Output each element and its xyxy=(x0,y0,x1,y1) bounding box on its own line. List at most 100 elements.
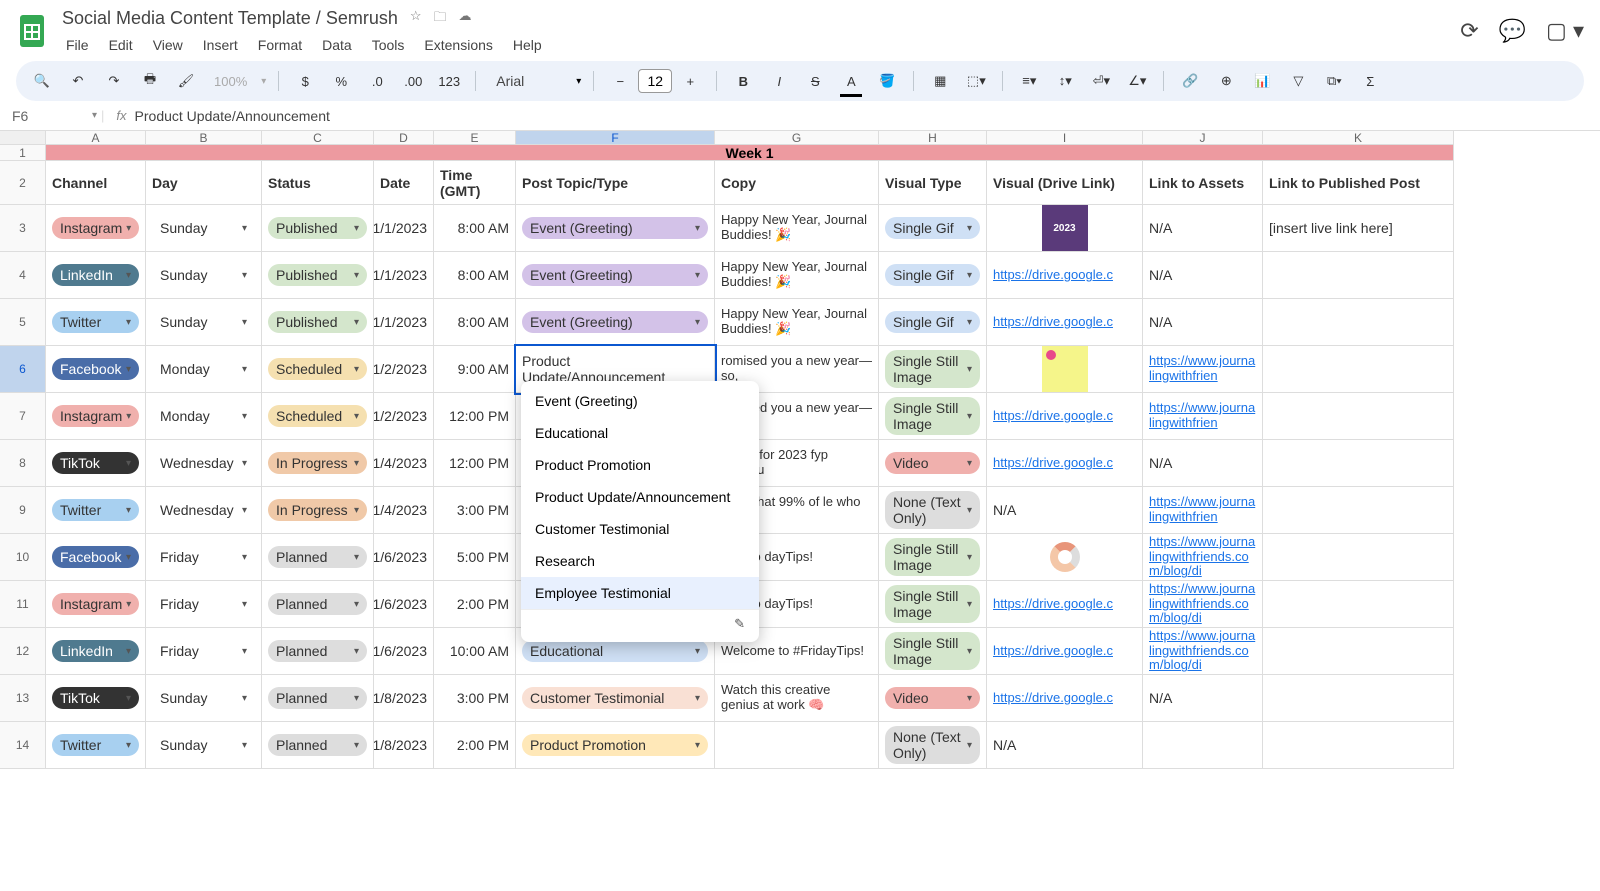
meet-icon[interactable]: ▢ ▾ xyxy=(1546,18,1584,44)
cell-channel[interactable]: Twitter▾ xyxy=(46,722,146,769)
col-header-C[interactable]: C xyxy=(262,131,374,145)
cell-status[interactable]: Planned▾ xyxy=(262,581,374,628)
cell-assets[interactable]: N/A xyxy=(1143,299,1263,346)
chevron-down-icon[interactable]: ▾ xyxy=(242,223,247,234)
cell-time[interactable]: 8:00 AM xyxy=(434,205,516,252)
cell-visual-link[interactable]: https://drive.google.c xyxy=(987,252,1143,299)
cell-time[interactable]: 2:00 PM xyxy=(434,581,516,628)
cell-published[interactable] xyxy=(1263,346,1454,393)
cell-published[interactable] xyxy=(1263,581,1454,628)
move-icon[interactable]: 🗀 xyxy=(434,8,447,30)
pencil-icon[interactable]: ✎ xyxy=(734,616,745,631)
col-header-H[interactable]: H xyxy=(879,131,987,145)
cell-status[interactable]: Published▾ xyxy=(262,252,374,299)
cell-vtype[interactable]: Single Gif▾ xyxy=(879,252,987,299)
col-header-J[interactable]: J xyxy=(1143,131,1263,145)
chevron-down-icon[interactable]: ▾ xyxy=(126,270,131,281)
cell-date[interactable]: 1/6/2023 xyxy=(374,534,434,581)
chevron-down-icon[interactable]: ▾ xyxy=(967,458,972,469)
cell-channel[interactable]: Facebook▾ xyxy=(46,346,146,393)
star-icon[interactable]: ☆ xyxy=(410,8,422,30)
chevron-down-icon[interactable]: ▾ xyxy=(126,317,131,328)
chevron-down-icon[interactable]: ▾ xyxy=(126,599,131,610)
cell-assets[interactable]: https://www.journalingwithfriends.com/bl… xyxy=(1143,581,1263,628)
cell-status[interactable]: In Progress▾ xyxy=(262,440,374,487)
chevron-down-icon[interactable]: ▾ xyxy=(242,317,247,328)
chevron-down-icon[interactable]: ▾ xyxy=(967,740,972,751)
cell-time[interactable]: 9:00 AM xyxy=(434,346,516,393)
chevron-down-icon[interactable]: ▾ xyxy=(242,458,247,469)
cell-topic[interactable]: Event (Greeting)▾ xyxy=(516,299,715,346)
chevron-down-icon[interactable]: ▾ xyxy=(967,552,972,563)
chevron-down-icon[interactable]: ▾ xyxy=(354,317,359,328)
cell-assets[interactable]: https://www.journalingwithfriends.com/bl… xyxy=(1143,534,1263,581)
col-header-B[interactable]: B xyxy=(146,131,262,145)
chevron-down-icon[interactable]: ▾ xyxy=(354,599,359,610)
formula-input[interactable]: Product Update/Announcement xyxy=(135,108,330,124)
cell-visual-link[interactable]: https://drive.google.c xyxy=(987,581,1143,628)
menu-extensions[interactable]: Extensions xyxy=(416,35,500,55)
row-header-12[interactable]: 12 xyxy=(0,628,46,675)
row-header-8[interactable]: 8 xyxy=(0,440,46,487)
format-number-button[interactable]: 123 xyxy=(435,67,463,95)
cell-vtype[interactable]: Single Still Image▾ xyxy=(879,628,987,675)
cell-date[interactable]: 1/2/2023 xyxy=(374,346,434,393)
cell-date[interactable]: 1/6/2023 xyxy=(374,628,434,675)
cell-published[interactable] xyxy=(1263,534,1454,581)
cell-status[interactable]: Planned▾ xyxy=(262,628,374,675)
dropdown-option[interactable]: Research xyxy=(521,545,759,577)
row-header-1[interactable]: 1 xyxy=(0,145,46,161)
row-header-14[interactable]: 14 xyxy=(0,722,46,769)
cell-vtype[interactable]: Single Still Image▾ xyxy=(879,346,987,393)
cell-visual-link[interactable]: https://drive.google.c xyxy=(987,628,1143,675)
history-icon[interactable]: ⟳ xyxy=(1460,18,1478,44)
print-button[interactable]: 🖶 xyxy=(136,67,164,95)
chevron-down-icon[interactable]: ▾ xyxy=(242,364,247,375)
chevron-down-icon[interactable]: ▾ xyxy=(354,270,359,281)
cell-published[interactable]: [insert live link here] xyxy=(1263,205,1454,252)
comment-button[interactable]: ⊕ xyxy=(1212,67,1240,95)
chevron-down-icon[interactable]: ▾ xyxy=(126,223,131,234)
chevron-down-icon[interactable]: ▾ xyxy=(242,270,247,281)
row-header-5[interactable]: 5 xyxy=(0,299,46,346)
comments-icon[interactable]: 💬 xyxy=(1499,18,1526,44)
dropdown-option[interactable]: Event (Greeting) xyxy=(521,385,759,417)
chevron-down-icon[interactable]: ▾ xyxy=(126,693,131,704)
chevron-down-icon[interactable]: ▾ xyxy=(126,458,131,469)
cell-vtype[interactable]: Single Gif▾ xyxy=(879,205,987,252)
chevron-down-icon[interactable]: ▾ xyxy=(242,411,247,422)
row-header-2[interactable]: 2 xyxy=(0,161,46,205)
menu-insert[interactable]: Insert xyxy=(195,35,246,55)
cell-topic[interactable]: Product Promotion▾ xyxy=(516,722,715,769)
chevron-down-icon[interactable]: ▾ xyxy=(354,458,359,469)
chevron-down-icon[interactable]: ▾ xyxy=(695,223,700,234)
chevron-down-icon[interactable]: ▾ xyxy=(967,646,972,657)
cell-assets[interactable]: https://www.journalingwithfrien xyxy=(1143,393,1263,440)
increase-font-button[interactable]: + xyxy=(676,67,704,95)
cell-date[interactable]: 1/8/2023 xyxy=(374,722,434,769)
menu-data[interactable]: Data xyxy=(314,35,360,55)
chevron-down-icon[interactable]: ▾ xyxy=(242,552,247,563)
cell-copy[interactable]: Happy New Year, Journal Buddies! 🎉 xyxy=(715,252,879,299)
chevron-down-icon[interactable]: ▾ xyxy=(695,317,700,328)
row-header-6[interactable]: 6 xyxy=(0,346,46,393)
col-header-I[interactable]: I xyxy=(987,131,1143,145)
currency-button[interactable]: $ xyxy=(291,67,319,95)
cell-date[interactable]: 1/4/2023 xyxy=(374,487,434,534)
cell-published[interactable] xyxy=(1263,675,1454,722)
chevron-down-icon[interactable]: ▾ xyxy=(354,411,359,422)
dropdown-option[interactable]: Educational xyxy=(521,417,759,449)
decrease-font-button[interactable]: − xyxy=(606,67,634,95)
cell-channel[interactable]: Twitter▾ xyxy=(46,299,146,346)
chevron-down-icon[interactable]: ▾ xyxy=(242,505,247,516)
cell-date[interactable]: 1/8/2023 xyxy=(374,675,434,722)
row-header-13[interactable]: 13 xyxy=(0,675,46,722)
zoom-select[interactable]: 100% xyxy=(208,74,253,89)
cell-channel[interactable]: LinkedIn▾ xyxy=(46,628,146,675)
chevron-down-icon[interactable]: ▾ xyxy=(126,364,131,375)
cell-published[interactable] xyxy=(1263,299,1454,346)
cell-vtype[interactable]: Single Still Image▾ xyxy=(879,581,987,628)
chevron-down-icon[interactable]: ▾ xyxy=(967,317,972,328)
row-header-11[interactable]: 11 xyxy=(0,581,46,628)
cell-channel[interactable]: LinkedIn▾ xyxy=(46,252,146,299)
